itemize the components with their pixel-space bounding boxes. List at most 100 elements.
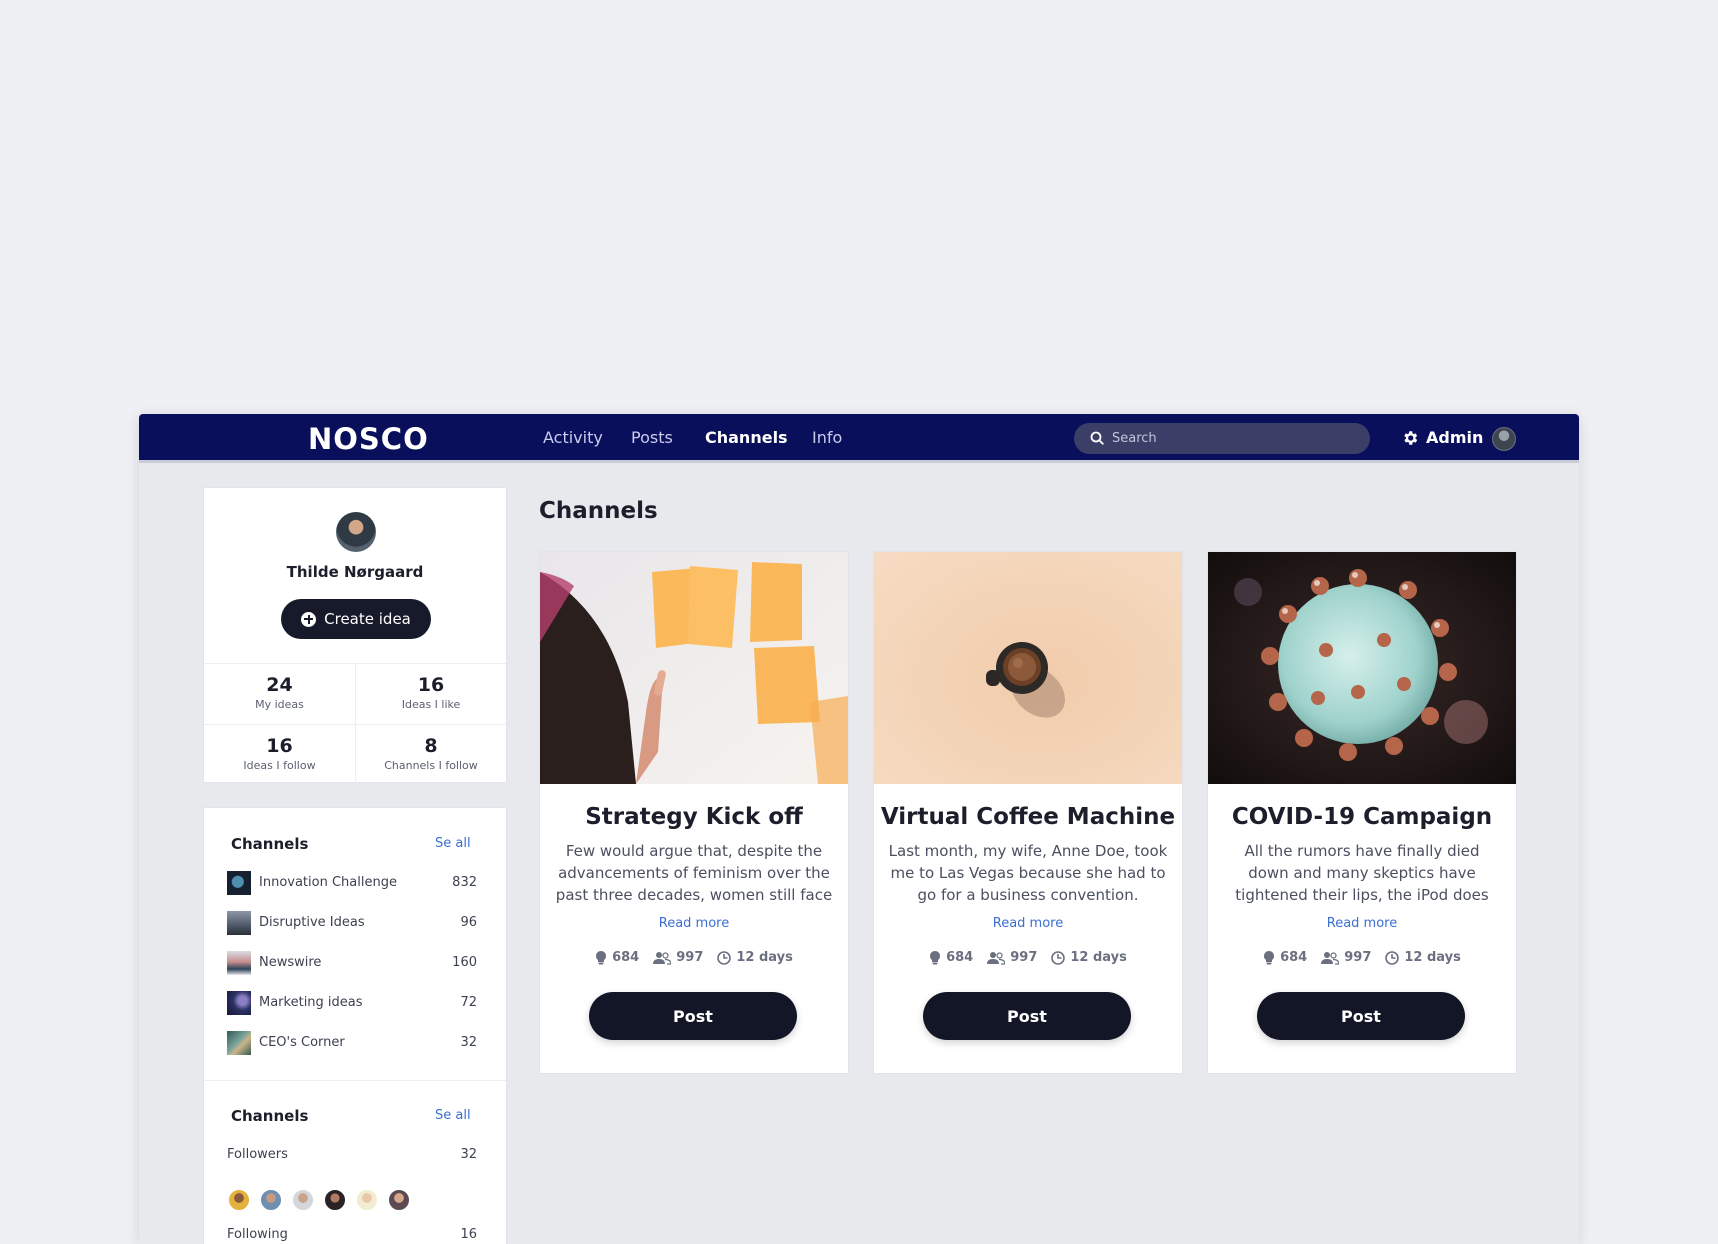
search-bar[interactable] [1074, 423, 1370, 454]
ideas-meta: 684 [929, 950, 973, 965]
follower-avatar[interactable] [355, 1188, 379, 1212]
channels-panel-title: Channels [231, 835, 309, 853]
stat-label: Ideas I like [401, 698, 461, 711]
channels-see-all-link[interactable]: Se all [435, 836, 471, 851]
read-more-link[interactable]: Read more [1208, 916, 1516, 931]
user-avatar[interactable] [1492, 427, 1516, 451]
members-count: 997 [1344, 950, 1372, 965]
follower-avatar[interactable] [291, 1188, 315, 1212]
top-navigation-bar: NOSCO Activity Posts Channels Info Admin [139, 414, 1579, 463]
stat-label: Channels I follow [384, 759, 478, 772]
users-icon [987, 951, 1006, 965]
channel-item-newswire[interactable]: Newswire 160 [227, 951, 477, 975]
follower-avatar[interactable] [387, 1188, 411, 1212]
nav-channels[interactable]: Channels [705, 428, 788, 447]
members-meta: 997 [987, 950, 1037, 965]
ideas-meta: 684 [595, 950, 639, 965]
create-idea-button[interactable]: Create idea [281, 599, 431, 639]
channel-thumbnail [227, 911, 251, 935]
stat-channels-i-follow[interactable]: 8 Channels I follow [355, 724, 506, 784]
channel-item-ceos-corner[interactable]: CEO's Corner 32 [227, 1031, 477, 1055]
stat-value: 8 [424, 735, 438, 757]
members-meta: 997 [653, 950, 703, 965]
channel-count: 32 [460, 1035, 477, 1050]
nav-activity[interactable]: Activity [543, 428, 603, 447]
channel-name: CEO's Corner [259, 1035, 345, 1050]
nosco-logo[interactable]: NOSCO [308, 422, 429, 456]
users-icon [1321, 951, 1340, 965]
age-text: 12 days [1404, 950, 1461, 965]
nav-info[interactable]: Info [812, 428, 842, 447]
channel-item-marketing-ideas[interactable]: Marketing ideas 72 [227, 991, 477, 1015]
page-title: Channels [539, 498, 658, 524]
social-panel-title: Channels [231, 1107, 309, 1125]
create-idea-label: Create idea [324, 610, 411, 628]
sticky-notes-illustration [540, 552, 848, 784]
card-image-sticky-notes[interactable] [540, 552, 848, 784]
follower-avatar[interactable] [259, 1188, 283, 1212]
stat-value: 16 [266, 735, 293, 757]
coffee-cup-illustration [874, 552, 1182, 784]
clock-icon [717, 950, 732, 965]
nav-posts[interactable]: Posts [631, 428, 673, 447]
social-see-all-link[interactable]: Se all [435, 1108, 471, 1123]
profile-name: Thilde Nørgaard [286, 563, 424, 581]
channel-count: 832 [452, 875, 477, 890]
card-meta: 684 997 12 days [540, 950, 848, 965]
search-icon [1090, 431, 1104, 445]
channel-item-innovation-challenge[interactable]: Innovation Challenge 832 [227, 871, 477, 895]
stat-label: Ideas I follow [243, 759, 316, 772]
card-image-virus[interactable] [1208, 552, 1516, 784]
channel-count: 72 [460, 995, 477, 1010]
channel-name: Newswire [259, 955, 322, 970]
lightbulb-icon [930, 950, 941, 964]
card-meta: 684 997 12 days [874, 950, 1182, 965]
channel-card-coffee: Virtual Coffee Machine Last month, my wi… [873, 551, 1183, 1074]
channel-name: Marketing ideas [259, 995, 363, 1010]
clock-icon [1385, 950, 1400, 965]
stat-my-ideas[interactable]: 24 My ideas [204, 664, 355, 724]
profile-avatar[interactable] [336, 512, 376, 552]
channel-thumbnail [227, 991, 251, 1015]
channel-thumbnail [227, 1031, 251, 1055]
card-title: COVID-19 Campaign [1231, 804, 1493, 830]
card-description: All the rumors have finally died down an… [1235, 842, 1489, 904]
age-text: 12 days [736, 950, 793, 965]
post-button[interactable]: Post [589, 992, 797, 1040]
gear-icon[interactable] [1401, 429, 1419, 447]
channel-item-disruptive-ideas[interactable]: Disruptive Ideas 96 [227, 911, 477, 935]
search-input[interactable] [1112, 428, 1352, 449]
stat-ideas-i-like[interactable]: 16 Ideas I like [355, 664, 506, 724]
channel-card-covid: COVID-19 Campaign All the rumors have fi… [1207, 551, 1517, 1074]
read-more-link[interactable]: Read more [874, 916, 1182, 931]
post-button[interactable]: Post [923, 992, 1131, 1040]
ideas-count: 684 [1280, 950, 1308, 965]
stat-value: 24 [266, 674, 293, 696]
following-count: 16 [460, 1227, 477, 1242]
card-meta: 684 997 12 days [1208, 950, 1516, 965]
channel-thumbnail [227, 951, 251, 975]
read-more-link[interactable]: Read more [540, 916, 848, 931]
members-count: 997 [1010, 950, 1038, 965]
users-icon [653, 951, 672, 965]
follower-avatar[interactable] [227, 1188, 251, 1212]
card-title: Virtual Coffee Machine [880, 804, 1176, 830]
members-count: 997 [676, 950, 704, 965]
admin-label[interactable]: Admin [1426, 428, 1483, 447]
channel-thumbnail [227, 871, 251, 895]
stat-ideas-i-follow[interactable]: 16 Ideas I follow [204, 724, 355, 784]
members-meta: 997 [1321, 950, 1371, 965]
ideas-count: 684 [612, 950, 640, 965]
profile-stats: 24 My ideas 16 Ideas I like 16 Ideas I f… [204, 663, 506, 784]
channel-count: 96 [460, 915, 477, 930]
card-description: Last month, my wife, Anne Doe, took me t… [888, 842, 1168, 904]
ideas-meta: 684 [1263, 950, 1307, 965]
stat-label: My ideas [255, 698, 304, 711]
ideas-count: 684 [946, 950, 974, 965]
follower-avatar[interactable] [323, 1188, 347, 1212]
clock-icon [1051, 950, 1066, 965]
post-button[interactable]: Post [1257, 992, 1465, 1040]
card-image-coffee-cup[interactable] [874, 552, 1182, 784]
followers-label: Followers [227, 1147, 288, 1162]
profile-card: Thilde Nørgaard Create idea 24 My ideas … [203, 487, 507, 784]
